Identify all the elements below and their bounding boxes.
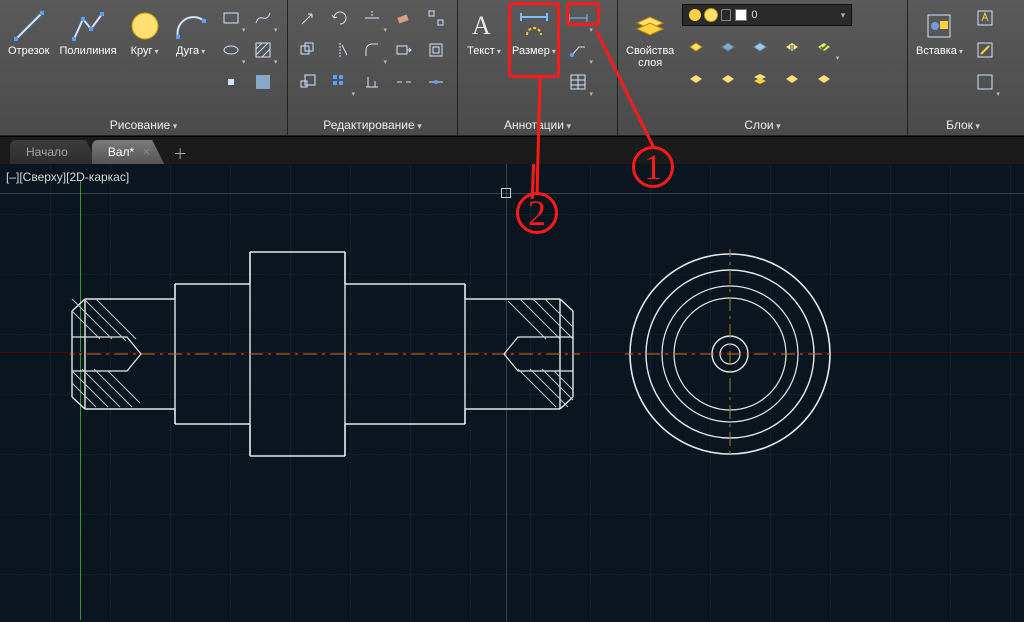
- chevron-down-icon: ▾: [841, 10, 846, 21]
- polyline-icon: [70, 8, 106, 44]
- draw-line-label: Отрезок: [8, 46, 49, 58]
- layer-state-icon[interactable]: [810, 64, 838, 92]
- viewport-controls[interactable]: [–][Сверху][2D-каркас]: [6, 170, 129, 184]
- document-tab-bar: Начало Вал* × ＋: [0, 136, 1024, 164]
- block-create-icon[interactable]: [971, 4, 999, 32]
- layer-lock-icon[interactable]: [778, 32, 806, 60]
- circle-icon: [127, 8, 163, 44]
- annotation-small: [564, 4, 592, 96]
- table-icon[interactable]: [564, 68, 592, 96]
- draw-circle-button[interactable]: Круг: [125, 4, 165, 62]
- dimension-button[interactable]: Размер: [510, 4, 558, 62]
- panel-layers: Свойства слоя 0 ▾: [618, 0, 908, 136]
- layer-prev-icon[interactable]: [714, 64, 742, 92]
- layer-iso-icon[interactable]: [714, 32, 742, 60]
- layer-off-icon[interactable]: [682, 32, 710, 60]
- ellipse-icon[interactable]: [217, 36, 245, 64]
- dimension-icon: [516, 8, 552, 44]
- draw-circle-label: Круг: [131, 46, 159, 58]
- trim-icon[interactable]: [358, 4, 386, 32]
- explode-icon[interactable]: [422, 4, 450, 32]
- tab-document-label: Вал*: [108, 145, 134, 159]
- layer-match-icon[interactable]: [682, 64, 710, 92]
- erase-icon[interactable]: [390, 4, 418, 32]
- panel-draw: Отрезок Полилиния Круг: [0, 0, 288, 136]
- panel-annotation-title[interactable]: Аннотации: [464, 115, 611, 136]
- region-icon[interactable]: [249, 68, 277, 96]
- layer-tools: [682, 32, 852, 92]
- layer-properties-icon: [632, 8, 668, 44]
- draw-arc-button[interactable]: Дуга: [171, 4, 211, 62]
- leader-icon[interactable]: [564, 36, 592, 64]
- scale-icon[interactable]: [294, 68, 322, 96]
- tab-document[interactable]: Вал* ×: [92, 140, 164, 164]
- rotate-icon[interactable]: [326, 4, 354, 32]
- draw-line-button[interactable]: Отрезок: [6, 4, 51, 62]
- shaft-drawing: [70, 249, 580, 459]
- fillet-icon[interactable]: [358, 36, 386, 64]
- panel-modify-title[interactable]: Редактирование: [294, 115, 451, 136]
- panel-draw-title[interactable]: Рисование: [6, 115, 281, 136]
- break-icon[interactable]: [390, 68, 418, 96]
- block-insert-icon: [921, 8, 957, 44]
- hatch-icon[interactable]: [249, 36, 277, 64]
- join-icon[interactable]: [422, 68, 450, 96]
- panel-layers-title[interactable]: Слои: [624, 115, 901, 136]
- offset-icon[interactable]: [422, 36, 450, 64]
- block-small: [971, 4, 999, 96]
- draw-polyline-label: Полилиния: [59, 46, 116, 58]
- text-icon: A: [466, 8, 502, 44]
- layer-make-current-icon[interactable]: [810, 32, 838, 60]
- drawing-viewport[interactable]: [–][Сверху][2D-каркас]: [0, 164, 1024, 622]
- tab-start[interactable]: Начало: [10, 140, 98, 164]
- panel-modify: Редактирование: [288, 0, 458, 136]
- panel-block: Вставка Блок: [908, 0, 1018, 136]
- lightbulb-icon: [689, 9, 701, 21]
- text-label: Текст: [467, 46, 501, 58]
- rectangle-icon[interactable]: [217, 4, 245, 32]
- block-insert-button[interactable]: Вставка: [914, 4, 965, 62]
- point-icon[interactable]: [217, 68, 245, 96]
- spline-icon[interactable]: [249, 4, 277, 32]
- arc-icon: [173, 8, 209, 44]
- block-edit-icon[interactable]: [971, 36, 999, 64]
- array-icon[interactable]: [326, 68, 354, 96]
- layer-combo[interactable]: 0 ▾: [682, 4, 852, 26]
- panel-block-title[interactable]: Блок: [914, 115, 1012, 136]
- copy-icon[interactable]: [294, 36, 322, 64]
- draw-arc-label: Дуга: [176, 46, 205, 58]
- layer-copy-icon[interactable]: [746, 64, 774, 92]
- stretch-icon[interactable]: [390, 36, 418, 64]
- close-icon[interactable]: ×: [143, 144, 151, 159]
- align-icon[interactable]: [358, 68, 386, 96]
- layer-name: 0: [751, 9, 836, 21]
- layer-walk-icon[interactable]: [778, 64, 806, 92]
- dimension-label: Размер: [512, 46, 556, 58]
- panel-annotation: A Текст Размер Аннотации: [458, 0, 618, 136]
- text-button[interactable]: A Текст: [464, 4, 504, 62]
- svg-text:A: A: [472, 11, 491, 40]
- mirror-icon[interactable]: [326, 36, 354, 64]
- block-insert-label: Вставка: [916, 46, 963, 58]
- tab-add-button[interactable]: ＋: [168, 144, 192, 164]
- linear-dim-icon[interactable]: [564, 4, 592, 32]
- block-attr-icon[interactable]: [971, 68, 999, 96]
- cursor-horizontal: [0, 193, 1024, 194]
- shaft-end-view: [625, 249, 835, 459]
- ribbon: Отрезок Полилиния Круг: [0, 0, 1024, 136]
- modify-tools: [294, 4, 450, 96]
- line-icon: [11, 8, 47, 44]
- layer-properties-label: Свойства слоя: [626, 46, 674, 69]
- lock-icon: [721, 9, 731, 21]
- color-swatch: [735, 9, 747, 21]
- sun-icon: [705, 9, 717, 21]
- layer-properties-button[interactable]: Свойства слоя: [624, 4, 676, 73]
- layer-freeze-icon[interactable]: [746, 32, 774, 60]
- tab-start-label: Начало: [26, 145, 68, 159]
- draw-small-tools: [217, 4, 277, 96]
- move-icon[interactable]: [294, 4, 322, 32]
- cursor-pickbox: [501, 188, 511, 198]
- draw-polyline-button[interactable]: Полилиния: [57, 4, 118, 62]
